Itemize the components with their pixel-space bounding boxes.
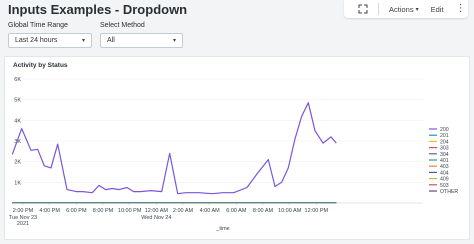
legend-label-other: OTHER <box>440 189 458 195</box>
legend-label-204: 204 <box>440 139 449 145</box>
more-icon[interactable]: ⋮ <box>456 4 466 14</box>
legend-label-503: 503 <box>440 183 449 189</box>
x-tick-label: 10:00 PM <box>118 208 142 214</box>
time-range-label: Global Time Range <box>8 22 68 29</box>
x-axis-title: _time <box>215 226 229 232</box>
header-actions-bar: Actions ▾ Edit ⋮ <box>344 0 468 18</box>
chart-panel: Activity by Status 1K 2K 3K 4K 5K 6K 2:00 PM Tu… <box>4 56 470 240</box>
x-tick-label: 8:00 AM <box>253 208 274 214</box>
actions-label: Actions <box>389 4 414 14</box>
legend-label-404: 404 <box>440 170 449 176</box>
x-tick-label: 6:00 PM <box>66 208 87 214</box>
x-tick-sublabel: 2021 <box>17 221 29 227</box>
method-label: Select Method <box>100 22 145 29</box>
x-tick-label: 6:00 AM <box>226 208 247 214</box>
series-line-200 <box>11 102 337 195</box>
y-tick-label: 6K <box>14 77 21 83</box>
y-tick-label: 1K <box>14 180 21 186</box>
x-tick-label: 10:00 AM <box>278 208 302 214</box>
method-dropdown[interactable]: All ▾ <box>100 33 183 48</box>
time-range-dropdown[interactable]: Last 24 hours ▾ <box>8 33 92 48</box>
x-tick-label: 8:00 PM <box>93 208 114 214</box>
page-title: Inputs Examples - Dropdown <box>8 2 188 17</box>
edit-button[interactable]: Edit <box>431 5 444 14</box>
y-tick-label: 5K <box>14 98 21 104</box>
activity-chart: 1K2K3K4K5K6K2:00 PMTue Nov 2320214:00 PM… <box>9 77 459 232</box>
legend-label-403: 403 <box>440 164 449 170</box>
x-tick-label: 12:00 PM <box>305 208 329 214</box>
legend-label-409: 409 <box>440 177 449 183</box>
x-tick-label: 12:00 AM <box>145 208 169 214</box>
chevron-down-icon: ▾ <box>81 38 85 44</box>
chevron-down-icon: ▾ <box>172 38 176 44</box>
chevron-down-icon: ▾ <box>415 6 419 13</box>
x-tick-label: 4:00 PM <box>39 208 60 214</box>
legend-label-304: 304 <box>440 152 449 158</box>
y-tick-label: 2K <box>14 160 21 166</box>
x-tick-label: 2:00 AM <box>173 208 194 214</box>
legend-label-401: 401 <box>440 158 449 164</box>
x-tick-label: 4:00 AM <box>200 208 221 214</box>
legend-label-200: 200 <box>440 127 449 133</box>
x-tick-sublabel: Wed Nov 24 <box>141 215 171 221</box>
actions-button[interactable]: Actions ▾ <box>389 5 419 14</box>
y-tick-label: 4K <box>14 118 21 124</box>
legend-label-303: 303 <box>440 146 449 152</box>
header-divider <box>378 3 379 15</box>
expand-icon[interactable] <box>354 0 372 18</box>
legend-label-201: 201 <box>440 133 449 139</box>
method-value: All <box>107 37 115 44</box>
x-tick-label: 2:00 PM <box>13 208 34 214</box>
time-range-value: Last 24 hours <box>15 37 58 44</box>
